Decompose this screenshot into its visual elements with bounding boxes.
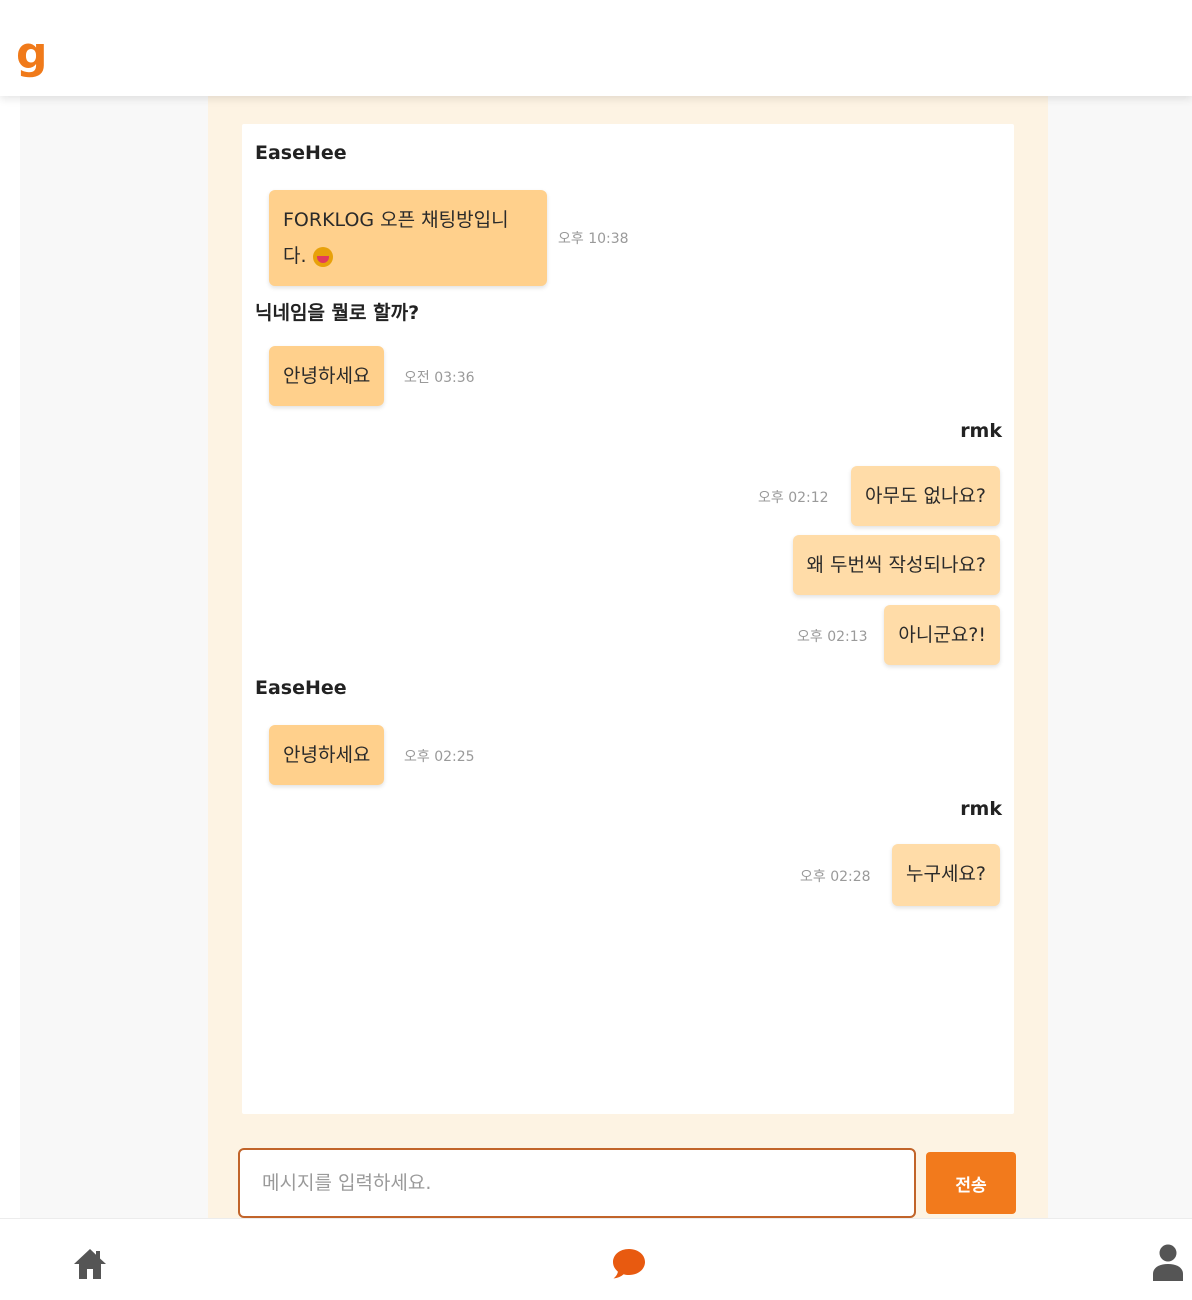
message-bubble[interactable]: FORKLOG 오픈 채팅방입니 다. [269, 190, 547, 286]
message-text: 안녕하세요 [283, 365, 371, 387]
message-time: 오전 03:36 [404, 370, 475, 386]
right-margin [1048, 96, 1192, 1218]
message-bubble[interactable]: 안녕하세요 [269, 725, 385, 785]
message-composer: 전송 [238, 1148, 1024, 1218]
message-bubble[interactable]: 아니군요?! [884, 605, 1000, 665]
chat-area: EaseHee FORKLOG 오픈 채팅방입니 다. 오후 10:38 닉네임… [208, 96, 1048, 1218]
message-text: 아무도 없나요? [864, 485, 986, 507]
message-text: 다. [283, 245, 307, 267]
message-time: 오후 10:38 [558, 231, 629, 247]
message-text: 왜 두번씩 작성되나요? [806, 554, 986, 576]
home-icon[interactable] [72, 1247, 108, 1281]
chat-bubble-icon[interactable] [610, 1246, 648, 1282]
message-bubble[interactable]: 안녕하세요 [269, 346, 385, 406]
sender-name: EaseHee [255, 677, 347, 699]
message-text: FORKLOG 오픈 채팅방입니 [283, 209, 509, 231]
message-input[interactable] [238, 1148, 916, 1218]
message-bubble[interactable]: 누구세요? [891, 844, 1000, 906]
app-logo[interactable]: g [16, 30, 48, 78]
message-bubble[interactable]: 왜 두번씩 작성되나요? [792, 535, 1000, 595]
send-button[interactable]: 전송 [926, 1152, 1016, 1214]
message-time: 오후 02:13 [797, 629, 868, 645]
message-text: 아니군요?! [898, 624, 986, 646]
sender-name: rmk [960, 420, 1002, 442]
left-margin [20, 96, 208, 1218]
sender-name: 닉네임을 뭘로 할까? [255, 302, 420, 324]
message-time: 오후 02:28 [800, 869, 871, 885]
message-time: 오후 02:25 [404, 749, 475, 765]
user-icon[interactable] [1150, 1243, 1186, 1283]
message-bubble[interactable]: 아무도 없나요? [850, 466, 1000, 526]
bottom-navigation [0, 1218, 1192, 1300]
top-header: g [0, 0, 1192, 96]
sender-name: EaseHee [255, 142, 347, 164]
message-text: 안녕하세요 [283, 744, 371, 766]
message-list[interactable]: EaseHee FORKLOG 오픈 채팅방입니 다. 오후 10:38 닉네임… [242, 124, 1014, 1114]
message-time: 오후 02:12 [758, 490, 829, 506]
grinning-face-icon [312, 246, 333, 267]
message-text: 누구세요? [905, 863, 986, 885]
sender-name: rmk [960, 798, 1002, 820]
